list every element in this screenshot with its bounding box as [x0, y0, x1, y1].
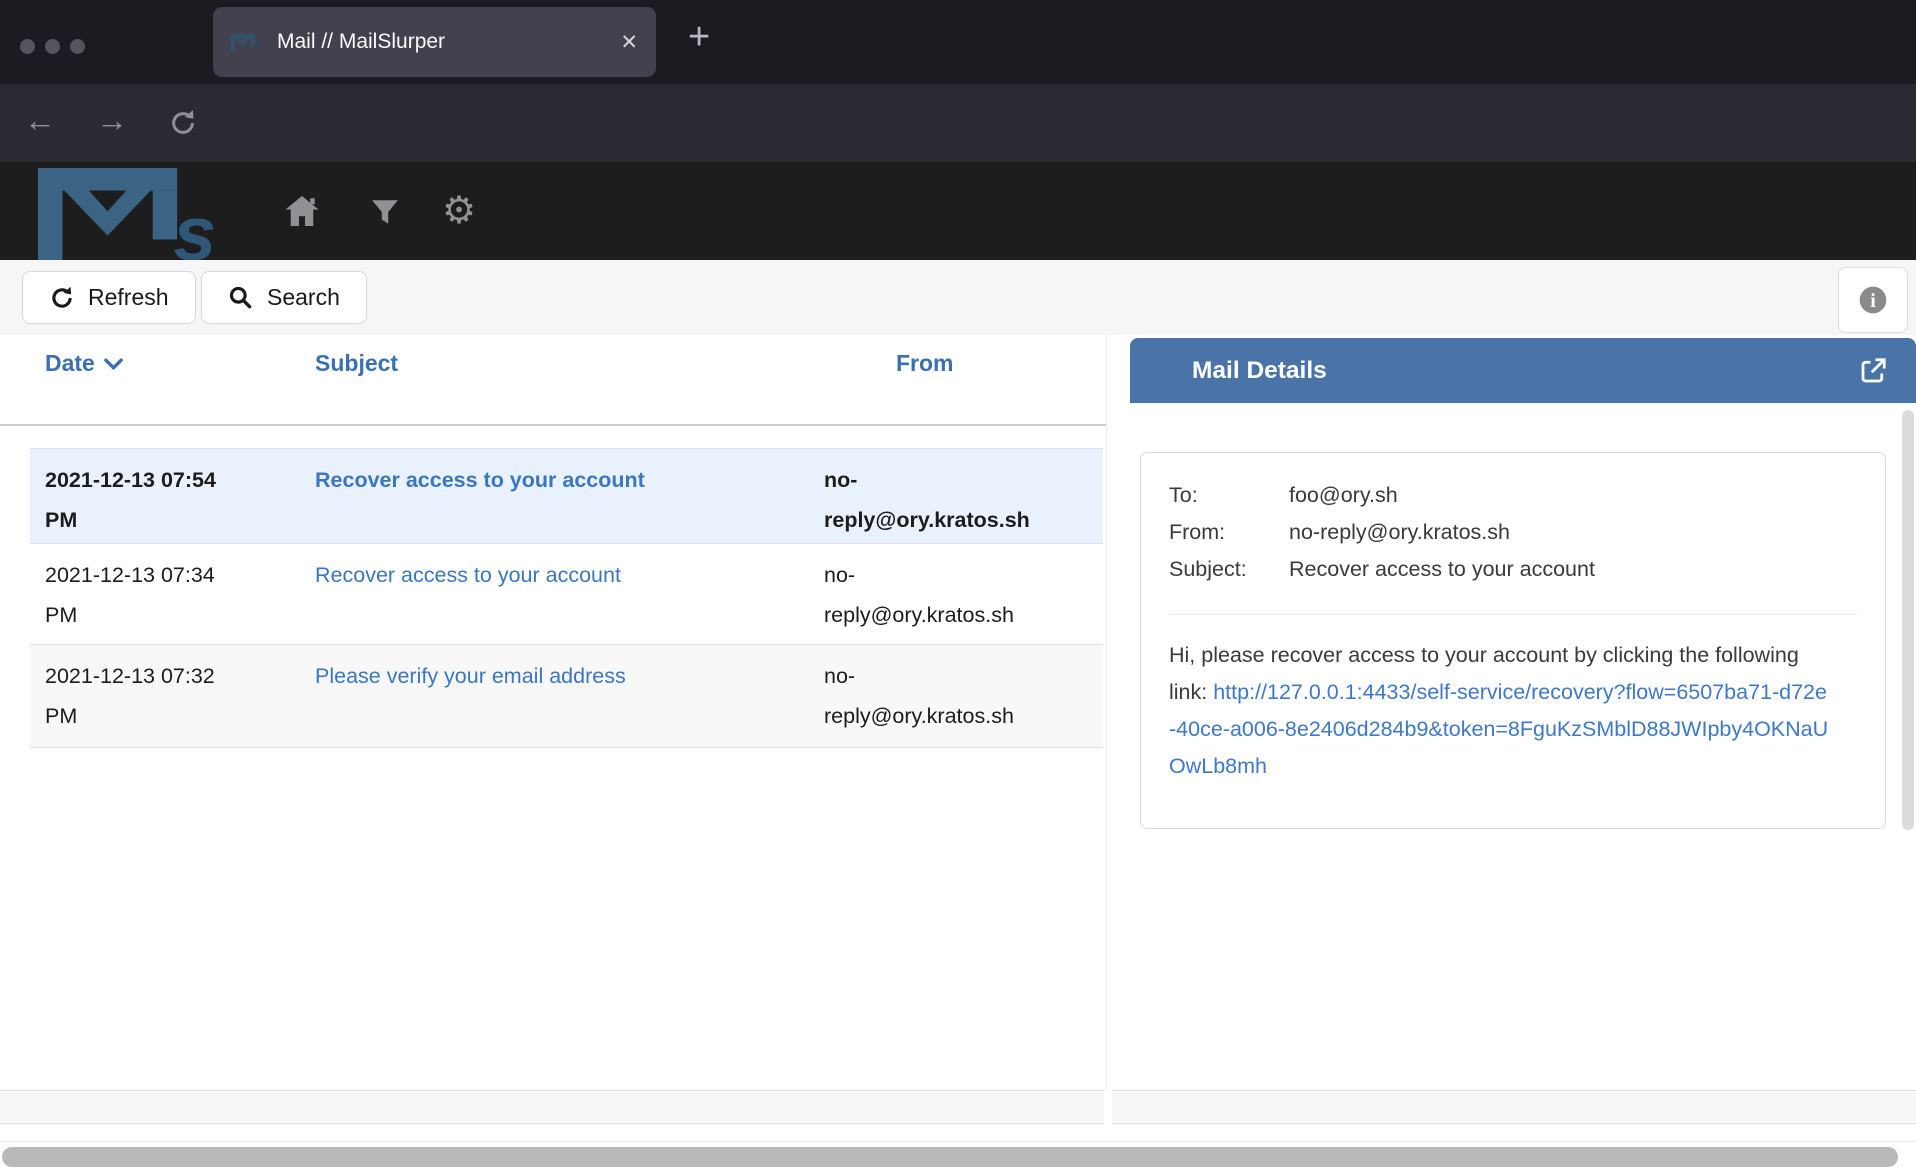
- mail-date: 2021-12-13 07:34 PM: [45, 555, 230, 635]
- panel-divider: [1106, 335, 1107, 1090]
- field-to: To:foo@ory.sh: [1169, 477, 1857, 514]
- mail-date: 2021-12-13 07:54 PM: [45, 460, 230, 540]
- sort-chevron-down-icon: [104, 358, 123, 370]
- search-button[interactable]: Search: [201, 271, 367, 324]
- browser-toolbar: ← → 127.0.0.1:4436/# 90% ☆: [0, 84, 1916, 162]
- mail-list: 2021-12-13 07:54 PM Recover access to yo…: [30, 448, 1103, 748]
- window-dot-icon[interactable]: [45, 39, 60, 54]
- action-toolbar: Refresh Search i: [0, 260, 1916, 335]
- mail-from: no-reply@ory.kratos.sh: [824, 460, 1039, 540]
- svg-text:i: i: [1870, 290, 1876, 312]
- mail-details-header: Mail Details: [1130, 338, 1916, 403]
- app-navbar: s ⚙: [0, 162, 1916, 260]
- column-header-from[interactable]: From: [896, 350, 954, 377]
- window-dot-icon[interactable]: [20, 39, 35, 54]
- details-vertical-scrollbar[interactable]: [1902, 410, 1914, 830]
- field-from-label: From:: [1169, 514, 1289, 551]
- field-to-label: To:: [1169, 477, 1289, 514]
- svg-text:s: s: [173, 191, 216, 262]
- refresh-icon: [49, 285, 75, 311]
- column-header-from-label: From: [896, 350, 954, 377]
- settings-gear-icon[interactable]: ⚙: [442, 188, 476, 233]
- window-dot-icon[interactable]: [70, 39, 85, 54]
- mail-row[interactable]: 2021-12-13 07:32 PM Please verify your e…: [30, 645, 1103, 748]
- home-icon[interactable]: [284, 194, 320, 228]
- mail-body: Hi, please recover access to your accoun…: [1169, 637, 1829, 785]
- column-header-date-label: Date: [45, 350, 95, 377]
- filter-funnel-icon[interactable]: [370, 198, 400, 226]
- back-icon[interactable]: ←: [24, 102, 56, 139]
- mail-subject-link[interactable]: Recover access to your account: [315, 460, 815, 500]
- recovery-link[interactable]: http://127.0.0.1:4433/self-service/recov…: [1169, 680, 1828, 778]
- window-controls[interactable]: [20, 39, 85, 54]
- mail-details-title: Mail Details: [1192, 357, 1858, 385]
- field-to-value: foo@ory.sh: [1289, 483, 1398, 507]
- forward-icon[interactable]: →: [96, 102, 128, 139]
- page: s Mail // MailSlurper ✕ + ← →: [0, 0, 1916, 1170]
- window-titlebar: s Mail // MailSlurper ✕ +: [0, 0, 1916, 84]
- browser-tab[interactable]: s Mail // MailSlurper ✕: [213, 7, 656, 77]
- column-header-subject-label: Subject: [315, 350, 398, 377]
- mail-date: 2021-12-13 07:32 PM: [45, 656, 230, 736]
- new-tab-button[interactable]: +: [688, 16, 710, 59]
- details-footer-strip: [1112, 1090, 1916, 1124]
- svg-text:s: s: [254, 38, 261, 50]
- info-icon: i: [1857, 284, 1889, 316]
- field-subject-value: Recover access to your account: [1289, 557, 1595, 581]
- mail-subject-link[interactable]: Please verify your email address: [315, 656, 815, 696]
- field-subject: Subject:Recover access to your account: [1169, 551, 1857, 588]
- search-icon: [228, 285, 254, 311]
- card-divider: [1169, 614, 1857, 615]
- mail-subject-link[interactable]: Recover access to your account: [315, 555, 815, 595]
- header-divider: [0, 424, 1106, 426]
- mail-from: no-reply@ory.kratos.sh: [824, 555, 1039, 635]
- mail-from: no-reply@ory.kratos.sh: [824, 656, 1039, 736]
- tab-title: Mail // MailSlurper: [277, 30, 620, 54]
- tab-close-icon[interactable]: ✕: [620, 30, 638, 55]
- bottom-hairline: [0, 1141, 1916, 1142]
- reload-icon[interactable]: [168, 108, 198, 138]
- search-button-label: Search: [267, 284, 340, 311]
- mail-row[interactable]: 2021-12-13 07:34 PM Recover access to yo…: [30, 544, 1103, 645]
- mailslurper-favicon-icon: s: [231, 34, 263, 50]
- column-header-subject[interactable]: Subject: [315, 350, 398, 377]
- info-button[interactable]: i: [1838, 267, 1908, 333]
- field-from: From:no-reply@ory.kratos.sh: [1169, 514, 1857, 551]
- list-footer-strip: [0, 1090, 1104, 1124]
- mail-header-fields: To:foo@ory.sh From:no-reply@ory.kratos.s…: [1141, 453, 1885, 588]
- refresh-button-label: Refresh: [88, 284, 169, 311]
- field-subject-label: Subject:: [1169, 551, 1289, 588]
- horizontal-scrollbar[interactable]: [2, 1147, 1898, 1167]
- mail-details-card: To:foo@ory.sh From:no-reply@ory.kratos.s…: [1140, 452, 1886, 829]
- mailslurper-logo: s: [34, 168, 230, 262]
- field-from-value: no-reply@ory.kratos.sh: [1289, 520, 1510, 544]
- open-external-icon[interactable]: [1858, 356, 1888, 386]
- mail-row-selected[interactable]: 2021-12-13 07:54 PM Recover access to yo…: [30, 448, 1103, 544]
- column-header-date[interactable]: Date: [45, 350, 123, 377]
- refresh-button[interactable]: Refresh: [22, 271, 196, 324]
